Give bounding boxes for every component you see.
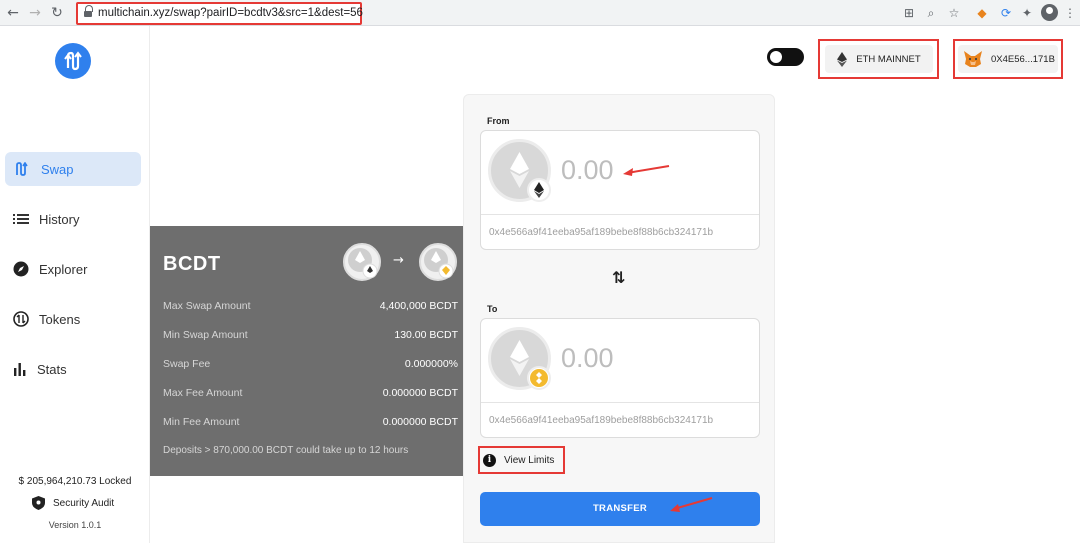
- info-row: Min Fee Amount 0.000000 BCDT: [163, 416, 458, 428]
- sidebar-item-label: Stats: [37, 361, 67, 377]
- account-button[interactable]: 0X4E56...171B: [958, 45, 1058, 73]
- locked-total: $ 205,964,210.73 Locked: [18, 476, 132, 487]
- to-amount-area: 0.00: [481, 319, 759, 403]
- theme-toggle[interactable]: [767, 48, 804, 66]
- info-row: Max Fee Amount 0.000000 BCDT: [163, 387, 458, 399]
- bnb-network-icon: [527, 366, 551, 390]
- transfer-button[interactable]: TRANSFER: [480, 492, 760, 526]
- to-label: To: [487, 304, 498, 314]
- sidebar-item-tokens[interactable]: Tokens: [5, 302, 141, 336]
- from-address: 0x4e566a9f41eeba95af189bebe8f88b6cb32417…: [489, 227, 714, 238]
- network-button-highlight: ETH MAINNET: [818, 39, 939, 79]
- token-info-card: BCDT → Max Swap Amount 4,400,000 BCDT Mi…: [150, 226, 470, 476]
- back-icon[interactable]: ←: [4, 4, 22, 22]
- annotation-arrow: [623, 165, 670, 176]
- from-amount-input[interactable]: 0.00: [561, 155, 614, 186]
- browser-menu-icon[interactable]: ⋮: [1062, 5, 1078, 21]
- address-bar[interactable]: multichain.xyz/swap?pairID=bcdtv3&src=1&…: [76, 2, 363, 25]
- deposit-note: Deposits > 870,000.00 BCDT could take up…: [163, 445, 409, 456]
- lock-icon: [84, 5, 93, 18]
- bookmark-star-icon[interactable]: ☆: [946, 5, 962, 21]
- annotation-arrow: [670, 497, 713, 512]
- token-symbol: BCDT: [163, 253, 221, 275]
- multichain-logo[interactable]: [55, 43, 91, 79]
- profile-avatar-icon[interactable]: [1041, 4, 1058, 21]
- metamask-extension-icon[interactable]: ◆: [974, 5, 990, 21]
- network-button[interactable]: ETH MAINNET: [825, 45, 933, 73]
- info-row: Max Swap Amount 4,400,000 BCDT: [163, 300, 458, 312]
- account-address: 0X4E56...171B: [991, 53, 1055, 65]
- reload-icon[interactable]: ↻: [48, 4, 66, 22]
- sidebar-item-label: Tokens: [39, 311, 81, 327]
- sidebar-item-explorer[interactable]: Explorer: [5, 252, 141, 286]
- transfer-label: TRANSFER: [592, 503, 648, 514]
- compass-icon: [13, 261, 29, 277]
- view-limits-button[interactable]: i View Limits: [478, 446, 565, 474]
- destination-token-icon: [419, 243, 457, 281]
- bar-chart-icon: [14, 363, 26, 376]
- version-label: Version 1.0.1: [48, 520, 102, 530]
- from-amount-area: 0.00: [481, 131, 759, 215]
- ethereum-network-icon: [527, 178, 551, 202]
- metamask-fox-icon: [964, 51, 982, 67]
- from-label: From: [487, 116, 510, 126]
- list-icon: [13, 214, 29, 224]
- info-row: Swap Fee 0.000000%: [163, 358, 458, 370]
- url-text: multichain.xyz/swap?pairID=bcdtv3&src=1&…: [98, 7, 363, 19]
- to-amount-output: 0.00: [561, 343, 614, 373]
- source-token-icon: [343, 243, 381, 281]
- swap-icon: [16, 162, 28, 176]
- security-audit-link[interactable]: Security Audit: [32, 496, 114, 510]
- security-audit-label: Security Audit: [53, 497, 115, 509]
- sidebar-item-label: Swap: [41, 161, 74, 177]
- account-button-highlight: 0X4E56...171B: [953, 39, 1063, 79]
- forward-icon[interactable]: →: [26, 4, 44, 22]
- view-limits-label: View Limits: [504, 454, 555, 466]
- to-address[interactable]: 0x4e566a9f41eeba95af189bebe8f88b6cb32417…: [489, 415, 713, 426]
- browser-toolbar: ← → ↻ multichain.xyz/swap?pairID=bcdtv3&…: [0, 0, 1080, 26]
- sidebar-item-history[interactable]: History: [5, 202, 141, 236]
- translate-icon[interactable]: ⊞: [901, 5, 917, 21]
- zoom-icon[interactable]: ⌕: [923, 5, 939, 21]
- swap-direction-icon[interactable]: ⇅: [612, 268, 625, 287]
- info-icon: i: [483, 453, 496, 467]
- sidebar-item-swap[interactable]: Swap: [5, 152, 141, 186]
- from-field: 0.00 0x4e566a9f41eeba95af189bebe8f88b6cb…: [480, 130, 760, 250]
- sidebar: Swap History Explorer Tokens Stats $ 205…: [0, 26, 150, 543]
- sidebar-item-label: History: [39, 211, 80, 227]
- swap-card: From 0.00 0x4e566a9f41eeba95af189bebe8f8…: [463, 94, 775, 543]
- to-field: 0.00 0x4e566a9f41eeba95af189bebe8f88b6cb…: [480, 318, 760, 438]
- sidebar-item-stats[interactable]: Stats: [5, 352, 141, 386]
- logo-arrows-icon: [64, 51, 82, 71]
- sync-extension-icon[interactable]: ⟳: [998, 5, 1014, 21]
- sidebar-item-label: Explorer: [39, 261, 88, 277]
- arrow-right-icon: →: [393, 253, 404, 268]
- ethereum-icon: [837, 51, 848, 67]
- token-icon: [13, 311, 29, 327]
- extensions-puzzle-icon[interactable]: ✦: [1019, 5, 1035, 21]
- network-label: ETH MAINNET: [856, 53, 921, 65]
- shield-icon: [32, 496, 45, 510]
- info-row: Min Swap Amount 130.00 BCDT: [163, 329, 458, 341]
